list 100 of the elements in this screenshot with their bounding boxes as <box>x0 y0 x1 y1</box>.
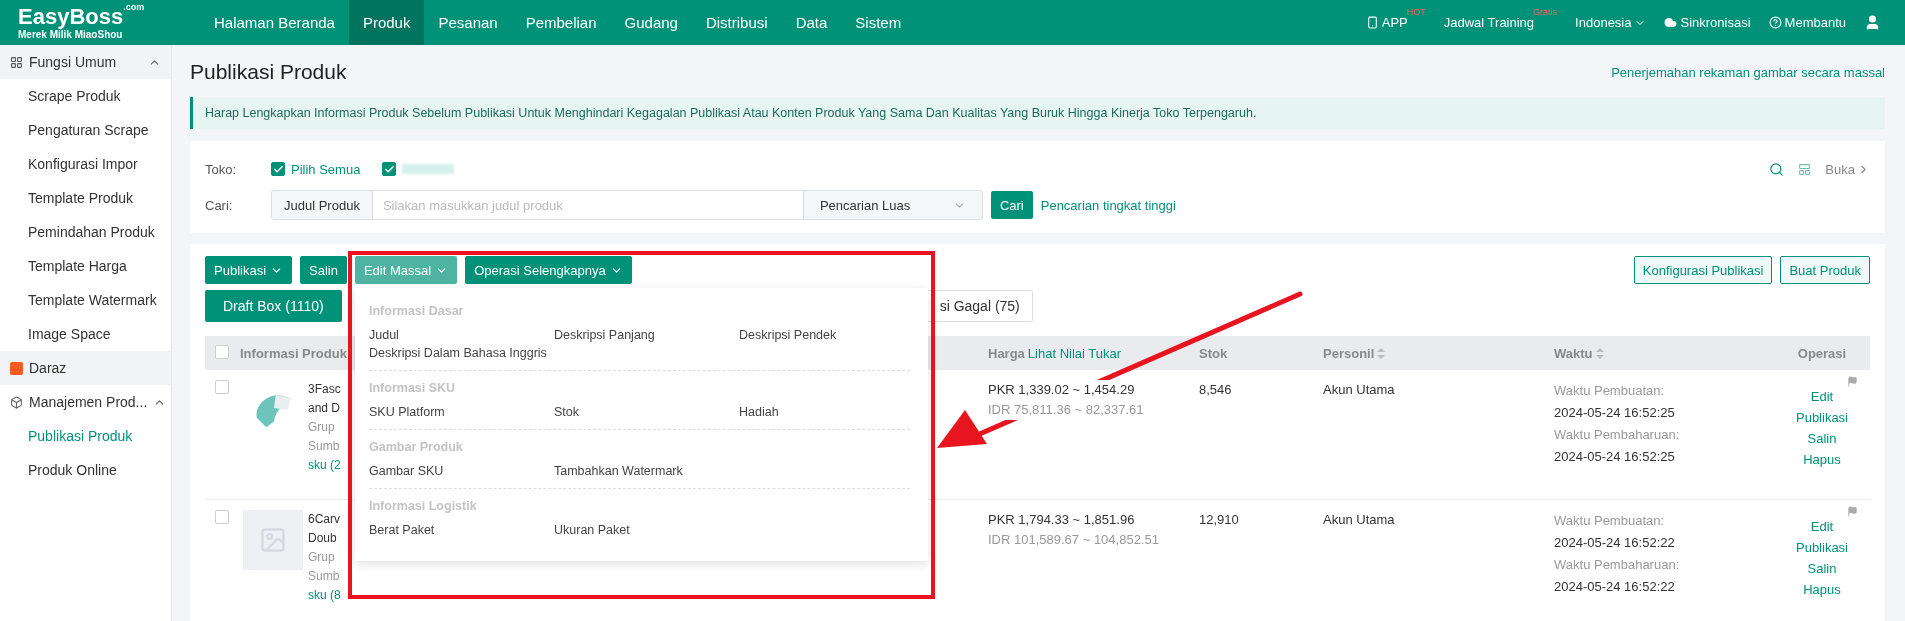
checkbox[interactable] <box>382 162 397 176</box>
product-source: Sumb <box>308 568 340 585</box>
nav-link[interactable]: Sinkronisasi <box>1664 6 1751 39</box>
column-header[interactable]: Personil <box>1323 345 1386 361</box>
menu-item[interactable]: SKU Platform <box>369 405 554 419</box>
menu-item[interactable]: Stok <box>554 405 739 419</box>
menu-item[interactable]: Deskripsi Pendek <box>739 328 924 342</box>
sidebar-group[interactable]: Daraz <box>0 351 171 385</box>
personnel-text: Akun Utama <box>1323 381 1396 399</box>
sku-link[interactable]: sku (8 <box>308 586 341 605</box>
row-action-link[interactable]: Edit <box>1810 518 1834 536</box>
sidebar-item[interactable]: Pengaturan Scrape <box>0 113 171 147</box>
sort-icon[interactable] <box>1377 347 1386 359</box>
toolbar-button[interactable]: Buat Produk <box>1780 256 1870 284</box>
toolbar-button[interactable]: Publikasi <box>205 256 293 284</box>
menu-item[interactable]: Hadiah <box>739 405 924 419</box>
nav-tab[interactable]: Sistem <box>841 0 916 45</box>
menu-section-title: Informasi SKU <box>369 381 457 395</box>
image-placeholder <box>243 510 303 570</box>
toolbar-button[interactable]: Edit Massal <box>354 256 458 284</box>
flag-icon[interactable] <box>1847 376 1858 387</box>
nav-tab[interactable]: Pesanan <box>424 0 512 45</box>
nav-link[interactable]: Indonesia <box>1575 6 1647 39</box>
menu-item[interactable]: Deskripsi Dalam Bahasa Inggris <box>369 346 554 360</box>
row-action-link[interactable]: Publikasi <box>1796 539 1848 557</box>
menu-item[interactable]: Judul <box>369 328 554 342</box>
section-icon <box>10 55 23 69</box>
status-tab[interactable]: Draft Box (1110) <box>205 290 342 322</box>
row-checkbox[interactable] <box>215 510 229 524</box>
price-idr-text: IDR 75,811.36 ~ 82,337.61 <box>988 400 1144 420</box>
sidebar-item[interactable]: Image Space <box>0 317 171 351</box>
nav-tab[interactable]: Distribusi <box>691 0 782 45</box>
field-select[interactable]: Judul Produk <box>271 190 373 220</box>
checkbox[interactable] <box>271 162 285 176</box>
product-source: Sumb <box>308 438 340 455</box>
search-icon[interactable] <box>1769 161 1785 177</box>
layout-icon[interactable] <box>1798 162 1812 176</box>
row-action-link[interactable]: Hapus <box>1803 451 1841 469</box>
menu-item[interactable]: Ukuran Paket <box>554 523 739 537</box>
sort-icon[interactable] <box>1595 347 1604 359</box>
search-input[interactable]: Silakan masukkan judul produk <box>372 190 803 220</box>
product-group: Grup <box>308 418 335 437</box>
row-action-link[interactable]: Salin <box>1807 560 1837 578</box>
nav-link[interactable]: Membantu <box>1768 6 1846 39</box>
menu-item[interactable]: Deskripsi Panjang <box>554 328 739 342</box>
product-title: 3Fasc <box>308 381 341 398</box>
product-title: Doub <box>308 530 337 547</box>
sidebar-item[interactable]: Pemindahan Produk <box>0 215 171 249</box>
nav-tab[interactable]: Produk <box>348 0 425 45</box>
nav-link[interactable]: APP HOT <box>1365 6 1426 39</box>
sidebar-item[interactable]: Produk Online <box>0 453 171 487</box>
toolbar-button[interactable]: Konfigurasi Publikasi <box>1633 256 1773 284</box>
exchange-rate-link[interactable]: Lihat Nilai Tukar <box>1027 345 1122 361</box>
page-title: Publikasi Produk <box>190 60 347 84</box>
toolbar-button[interactable]: Operasi Selengkapnya <box>465 256 632 284</box>
menu-item[interactable]: Tambahkan Watermark <box>554 464 739 478</box>
sidebar-item[interactable]: Template Harga <box>0 249 171 283</box>
status-tab[interactable]: si Gagal (75) <box>926 290 1033 322</box>
row-action-link[interactable]: Hapus <box>1803 581 1841 599</box>
column-header: Operasi <box>1797 345 1847 361</box>
sku-link[interactable]: sku (2 <box>308 456 341 475</box>
column-header: Informasi Produk <box>240 345 347 361</box>
time-label: Waktu Pembuatan: <box>1554 382 1666 400</box>
nav-tab[interactable]: Pembelian <box>511 0 611 45</box>
row-checkbox[interactable] <box>215 380 229 394</box>
menu-section-title: Gambar Produk <box>369 440 464 454</box>
notice-banner: Harap Lengkapkan Informasi Produk Sebelum Publikasi Untuk Menghindari Kegagalan Publikasi Atau Konten Produk Yang Sama Dan Kualitas Yang Buruk Hingga Kinerja Toko Terpengaruh. <box>190 97 1885 129</box>
search-button[interactable]: Cari <box>990 191 1033 219</box>
select-all-checkbox[interactable] <box>215 344 229 359</box>
user-icon[interactable] <box>1864 14 1881 31</box>
blurred-store-name <box>402 164 455 174</box>
sidebar-item[interactable]: Scrape Produk <box>0 79 171 113</box>
flag-icon[interactable] <box>1847 506 1858 517</box>
menu-section-title: Informasi Logistik <box>369 499 478 513</box>
product-title: and D <box>308 400 341 417</box>
menu-item[interactable]: Berat Paket <box>369 523 554 537</box>
product-title: 6Carv <box>308 511 340 528</box>
toolbar-button[interactable]: Salin <box>300 256 347 284</box>
column-header[interactable]: Waktu <box>1554 345 1604 361</box>
menu-item[interactable]: Gambar SKU <box>369 464 554 478</box>
sidebar-item[interactable]: Template Produk <box>0 181 171 215</box>
nav-tab[interactable]: Data <box>781 0 842 45</box>
row-action-link[interactable]: Publikasi <box>1796 409 1848 427</box>
sidebar-item[interactable]: Konfigurasi Impor <box>0 147 171 181</box>
nav-tab[interactable]: Gudang <box>610 0 692 45</box>
nav-link[interactable]: Jadwal Training Gratis <box>1443 6 1558 39</box>
advanced-search-link[interactable]: Pencarian tingkat tinggi <box>1040 197 1176 213</box>
section-icon <box>10 395 23 409</box>
search-mode-select[interactable]: Pencarian Luas <box>802 190 983 220</box>
row-action-link[interactable]: Edit <box>1810 388 1834 406</box>
row-action-link[interactable]: Salin <box>1807 430 1837 448</box>
sidebar-item[interactable]: Template Watermark <box>0 283 171 317</box>
batch-translate-link[interactable]: Penerjemahan rekaman gambar secara massal <box>1611 64 1885 80</box>
nav-tab[interactable]: Halaman Beranda <box>200 0 349 45</box>
column-header: Stok <box>1199 345 1228 361</box>
sidebar-group[interactable]: Fungsi Umum <box>0 45 171 79</box>
help-icon <box>1768 16 1782 29</box>
expand-toggle[interactable]: Buka <box>1825 161 1870 177</box>
checkbox-label: Pilih Semua <box>291 161 361 177</box>
sidebar-item[interactable]: Publikasi Produk <box>0 419 171 453</box>
